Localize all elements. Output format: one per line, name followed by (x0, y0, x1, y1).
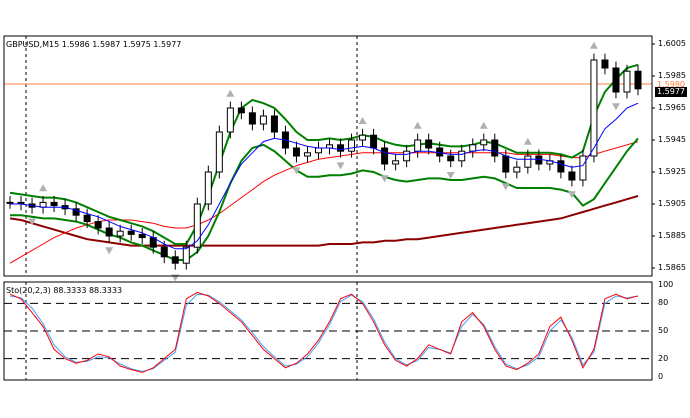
stochastic-axis-label: 50 (658, 326, 669, 335)
price-axis-label: 1.5965 (658, 103, 686, 112)
candle-body (303, 152, 311, 157)
price-axis-label: 1.6005 (658, 39, 686, 48)
chart-window[interactable]: GBPUSD,M15 1.5986 1.5987 1.5975 1.5977 S… (0, 0, 690, 414)
candle-body (392, 160, 400, 165)
candle-body (50, 201, 58, 207)
stochastic-title: Sto(20,2,3) 88.3333 88.3333 (6, 286, 123, 295)
price-axis-label: 1.5945 (658, 135, 686, 144)
stochastic-axis-label: 100 (658, 280, 674, 289)
chart-canvas[interactable] (0, 0, 690, 414)
candle-body (425, 139, 433, 149)
candle-body (348, 139, 356, 152)
candle-body (314, 147, 322, 154)
candle-body (557, 160, 565, 173)
candle-body (568, 171, 576, 181)
candle-body (204, 171, 212, 205)
candle-body (491, 139, 499, 157)
candle-body (83, 214, 91, 223)
candle-body (403, 150, 411, 162)
price-axis-label: 1.5885 (658, 231, 686, 240)
candle-body (259, 115, 267, 125)
candle-body (237, 107, 245, 114)
candle-body (215, 131, 223, 173)
candle-body (447, 155, 455, 162)
candle-body (226, 107, 234, 133)
candle-body (6, 201, 14, 204)
stochastic-axis-label: 20 (658, 353, 669, 363)
candle-body (105, 227, 113, 237)
candle-body (590, 59, 598, 157)
price-axis-label: 1.5925 (658, 167, 686, 176)
candle-body (359, 134, 367, 141)
main-panel-title: GBPUSD,M15 1.5986 1.5987 1.5975 1.5977 (6, 40, 182, 49)
current-price-tag: 1.5977 (655, 87, 687, 97)
candle-body (513, 166, 521, 173)
candle-body (94, 221, 102, 229)
candle-body (171, 256, 179, 264)
candle-body (270, 115, 278, 133)
candle-body (458, 150, 466, 162)
stochastic-axis-label: 80 (658, 298, 669, 308)
candle-body (502, 155, 510, 173)
candle-body (612, 67, 620, 93)
candle-body (182, 246, 190, 264)
price-axis-label: 1.5905 (658, 199, 686, 208)
candle-body (623, 70, 631, 93)
candle-body (337, 144, 345, 152)
candle-body (524, 155, 532, 168)
stochastic-axis-label: 0 (658, 372, 664, 381)
candle-body (370, 134, 378, 149)
candle-body (381, 147, 389, 165)
candle-body (116, 230, 124, 237)
candle-body (579, 155, 587, 181)
candle-body (601, 59, 609, 69)
candle-body (138, 233, 146, 239)
price-axis-label: 1.5865 (658, 263, 686, 272)
candle-body (480, 139, 488, 146)
candle-body (292, 147, 300, 157)
candle-body (248, 112, 256, 125)
candle-body (634, 70, 642, 90)
candle-body (127, 230, 135, 235)
candle-body (414, 139, 422, 152)
candle-body (469, 144, 477, 152)
candle-body (160, 246, 168, 258)
